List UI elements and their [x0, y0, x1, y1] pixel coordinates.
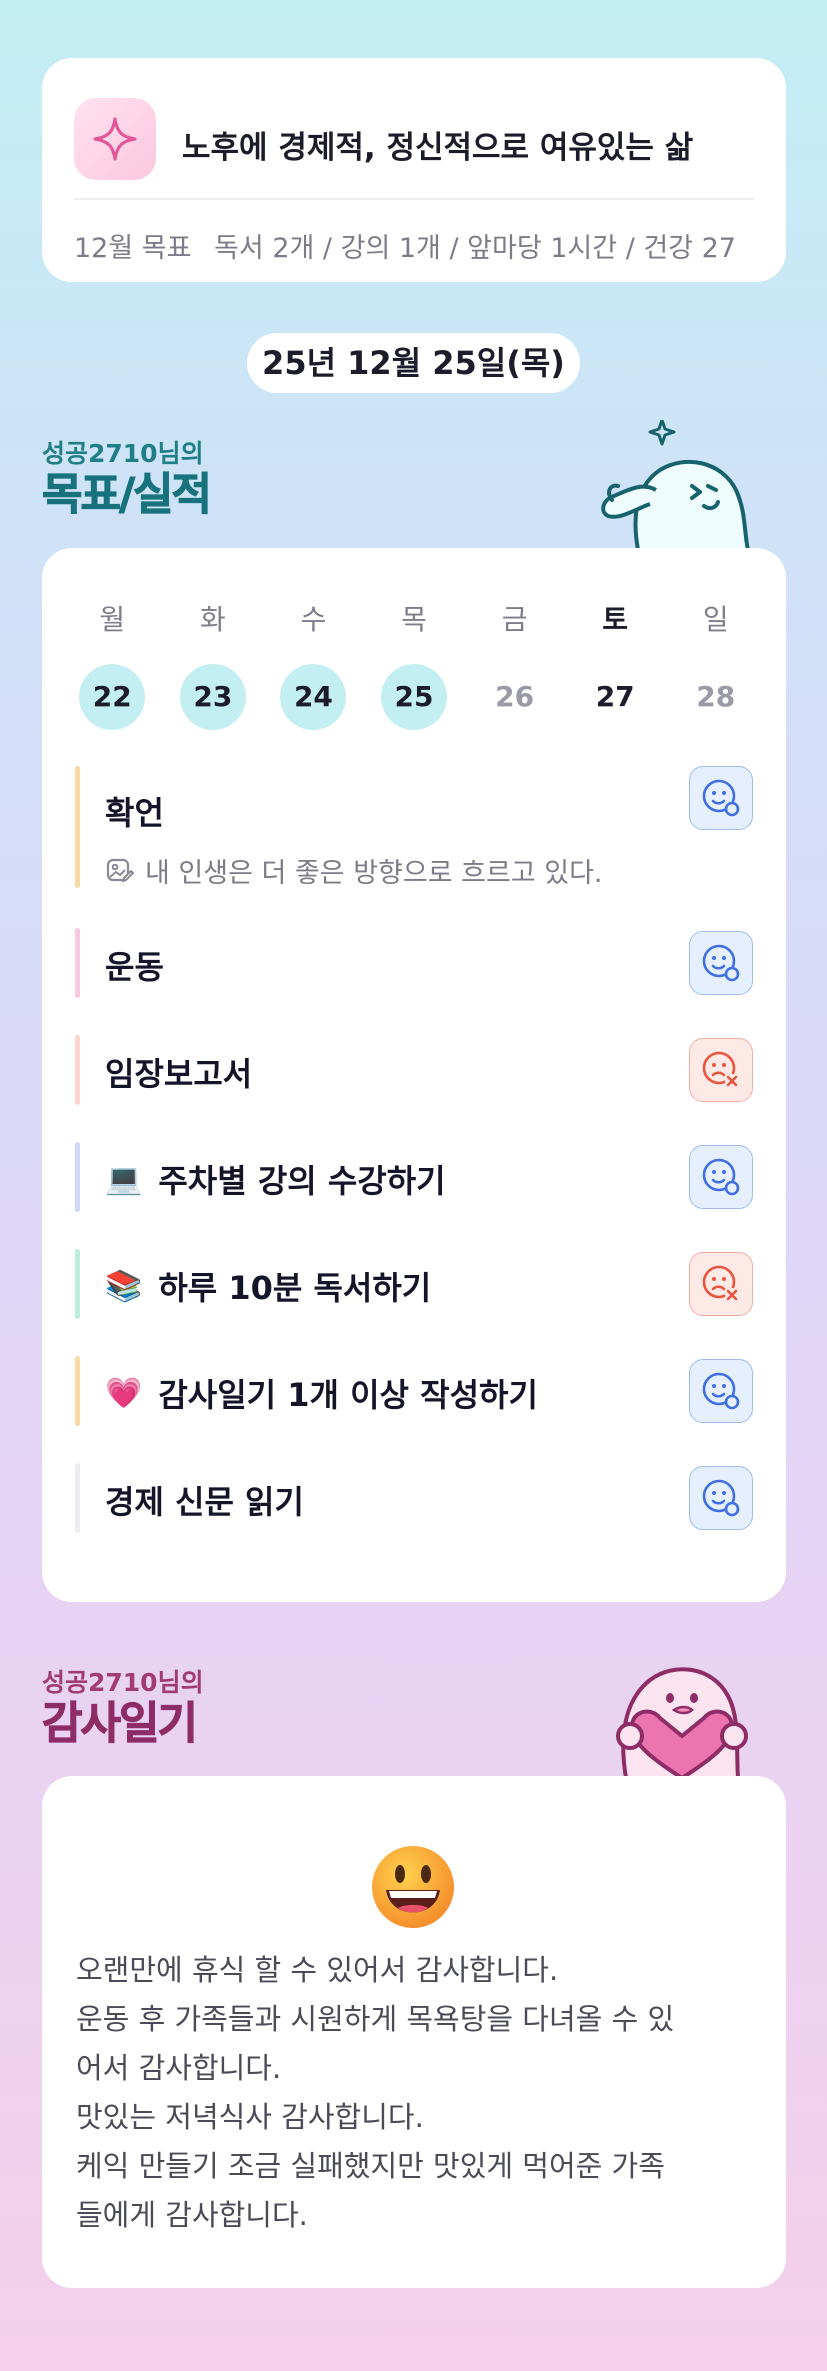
- habit-item[interactable]: 임장보고서: [75, 1035, 753, 1105]
- habit-title-text: 주차별 강의 수강하기: [158, 1162, 446, 1200]
- section-title: 목표/실적: [42, 469, 213, 521]
- day-number: 28: [696, 680, 736, 713]
- day-column[interactable]: 금 26: [464, 598, 565, 730]
- day-number: 23: [179, 664, 246, 730]
- fail-status-icon[interactable]: [689, 1252, 753, 1316]
- habit-title: 임장보고서: [105, 1055, 253, 1093]
- success-status-icon[interactable]: [689, 766, 753, 830]
- success-status-icon[interactable]: [689, 1145, 753, 1209]
- day-column[interactable]: 화 23: [163, 598, 264, 730]
- day-name: 월: [99, 603, 126, 636]
- divider: [74, 198, 754, 200]
- day-column[interactable]: 일 28: [665, 598, 766, 730]
- habit-item[interactable]: 💻 주차별 강의 수강하기: [75, 1142, 753, 1212]
- day-name: 화: [199, 603, 226, 636]
- gratitude-line: 케익 만들기 조금 실패했지만 맛있게 먹어준 가족: [76, 2149, 665, 2183]
- month-goals-text: 독서 2개 / 강의 1개 / 앞마당 1시간 / 건강 27: [214, 233, 736, 264]
- week-strip: 월 22 화 23 수 24 목 25 금 26 토 27 일 28: [62, 598, 766, 730]
- habit-bar: [75, 1463, 80, 1533]
- section-title: 감사일기: [42, 1698, 199, 1750]
- habit-note: 내 인생은 더 좋은 방향으로 흐르고 있다.: [105, 851, 603, 890]
- image-note-icon: [106, 858, 134, 882]
- day-number: 22: [79, 664, 146, 730]
- habit-title: 📚 하루 10분 독서하기: [105, 1263, 431, 1309]
- habit-item[interactable]: 운동: [75, 928, 753, 998]
- habit-title: 💗 감사일기 1개 이상 작성하기: [105, 1370, 538, 1416]
- heart-mascot-icon: [616, 1667, 748, 1778]
- day-name: 토: [602, 603, 629, 636]
- habit-item[interactable]: 📚 하루 10분 독서하기: [75, 1249, 753, 1319]
- laptop-icon: 💻: [105, 1161, 143, 1197]
- sparkle-icon: [74, 98, 156, 180]
- habit-bar: [75, 1249, 80, 1319]
- habit-title-text: 감사일기 1개 이상 작성하기: [158, 1376, 538, 1414]
- monthly-goals: 12월 목표 독서 2개 / 강의 1개 / 앞마당 1시간 / 건강 27: [74, 226, 764, 265]
- habit-title: 경제 신문 읽기: [105, 1483, 304, 1521]
- fail-status-icon[interactable]: [689, 1038, 753, 1102]
- habit-note-text: 내 인생은 더 좋은 방향으로 흐르고 있다.: [145, 858, 603, 889]
- habit-title: 확언: [105, 794, 164, 832]
- day-number: 24: [280, 664, 347, 730]
- books-icon: 📚: [105, 1268, 143, 1304]
- success-status-icon[interactable]: [689, 931, 753, 995]
- day-column[interactable]: 수 24: [263, 598, 364, 730]
- ghost-mascot-icon: [601, 420, 750, 550]
- gratitude-line: 운동 후 가족들과 시원하게 목욕탕을 다녀올 수 있: [76, 2002, 675, 2036]
- gratitude-line: 들에게 감사합니다.: [76, 2198, 308, 2232]
- day-name: 목: [401, 603, 427, 636]
- gratitude-line: 어서 감사합니다.: [76, 2051, 282, 2085]
- habit-item[interactable]: 💗 감사일기 1개 이상 작성하기: [75, 1356, 753, 1426]
- day-column[interactable]: 월 22: [62, 598, 163, 730]
- gratitude-text: 오랜만에 휴식 할 수 있어서 감사합니다. 운동 후 가족들과 시원하게 목욕…: [76, 1946, 756, 2240]
- day-number: 25: [381, 664, 448, 730]
- habit-item[interactable]: 확언 내 인생은 더 좋은 방향으로 흐르고 있다.: [75, 766, 753, 890]
- habit-bar: [75, 1035, 80, 1105]
- month-label: 12월 목표: [74, 233, 192, 264]
- habit-bar: [75, 928, 80, 998]
- habit-bar: [75, 1142, 80, 1212]
- habit-bar: [75, 1356, 80, 1426]
- heart-icon: 💗: [105, 1375, 143, 1411]
- tracker-card: 월 22 화 23 수 24 목 25 금 26 토 27 일 28 확언 내 …: [42, 548, 786, 1602]
- day-name: 금: [501, 603, 528, 636]
- success-status-icon[interactable]: [689, 1359, 753, 1423]
- date-pill[interactable]: 25년 12월 25일(목): [247, 333, 580, 393]
- grinning-face-icon: [372, 1846, 454, 1928]
- habit-title: 💻 주차별 강의 수강하기: [105, 1156, 446, 1202]
- day-name: 수: [300, 603, 327, 636]
- habit-item[interactable]: 경제 신문 읽기: [75, 1463, 753, 1533]
- success-status-icon[interactable]: [689, 1466, 753, 1530]
- goal-card[interactable]: 노후에 경제적, 정신적으로 여유있는 삶 12월 목표 독서 2개 / 강의 …: [42, 58, 786, 282]
- day-number: 26: [495, 680, 535, 713]
- habit-title: 운동: [105, 948, 164, 986]
- goal-title: 노후에 경제적, 정신적으로 여유있는 삶: [182, 130, 694, 166]
- day-column[interactable]: 토 27: [565, 598, 666, 730]
- habit-title-text: 하루 10분 독서하기: [158, 1269, 432, 1307]
- gratitude-card[interactable]: 오랜만에 휴식 할 수 있어서 감사합니다. 운동 후 가족들과 시원하게 목욕…: [42, 1776, 786, 2288]
- day-name: 일: [702, 603, 729, 636]
- day-number: 27: [595, 680, 635, 713]
- day-column[interactable]: 목 25: [364, 598, 465, 730]
- habit-bar: [75, 766, 80, 888]
- gratitude-line: 맛있는 저녁식사 감사합니다.: [76, 2100, 424, 2134]
- gratitude-line: 오랜만에 휴식 할 수 있어서 감사합니다.: [76, 1953, 559, 1987]
